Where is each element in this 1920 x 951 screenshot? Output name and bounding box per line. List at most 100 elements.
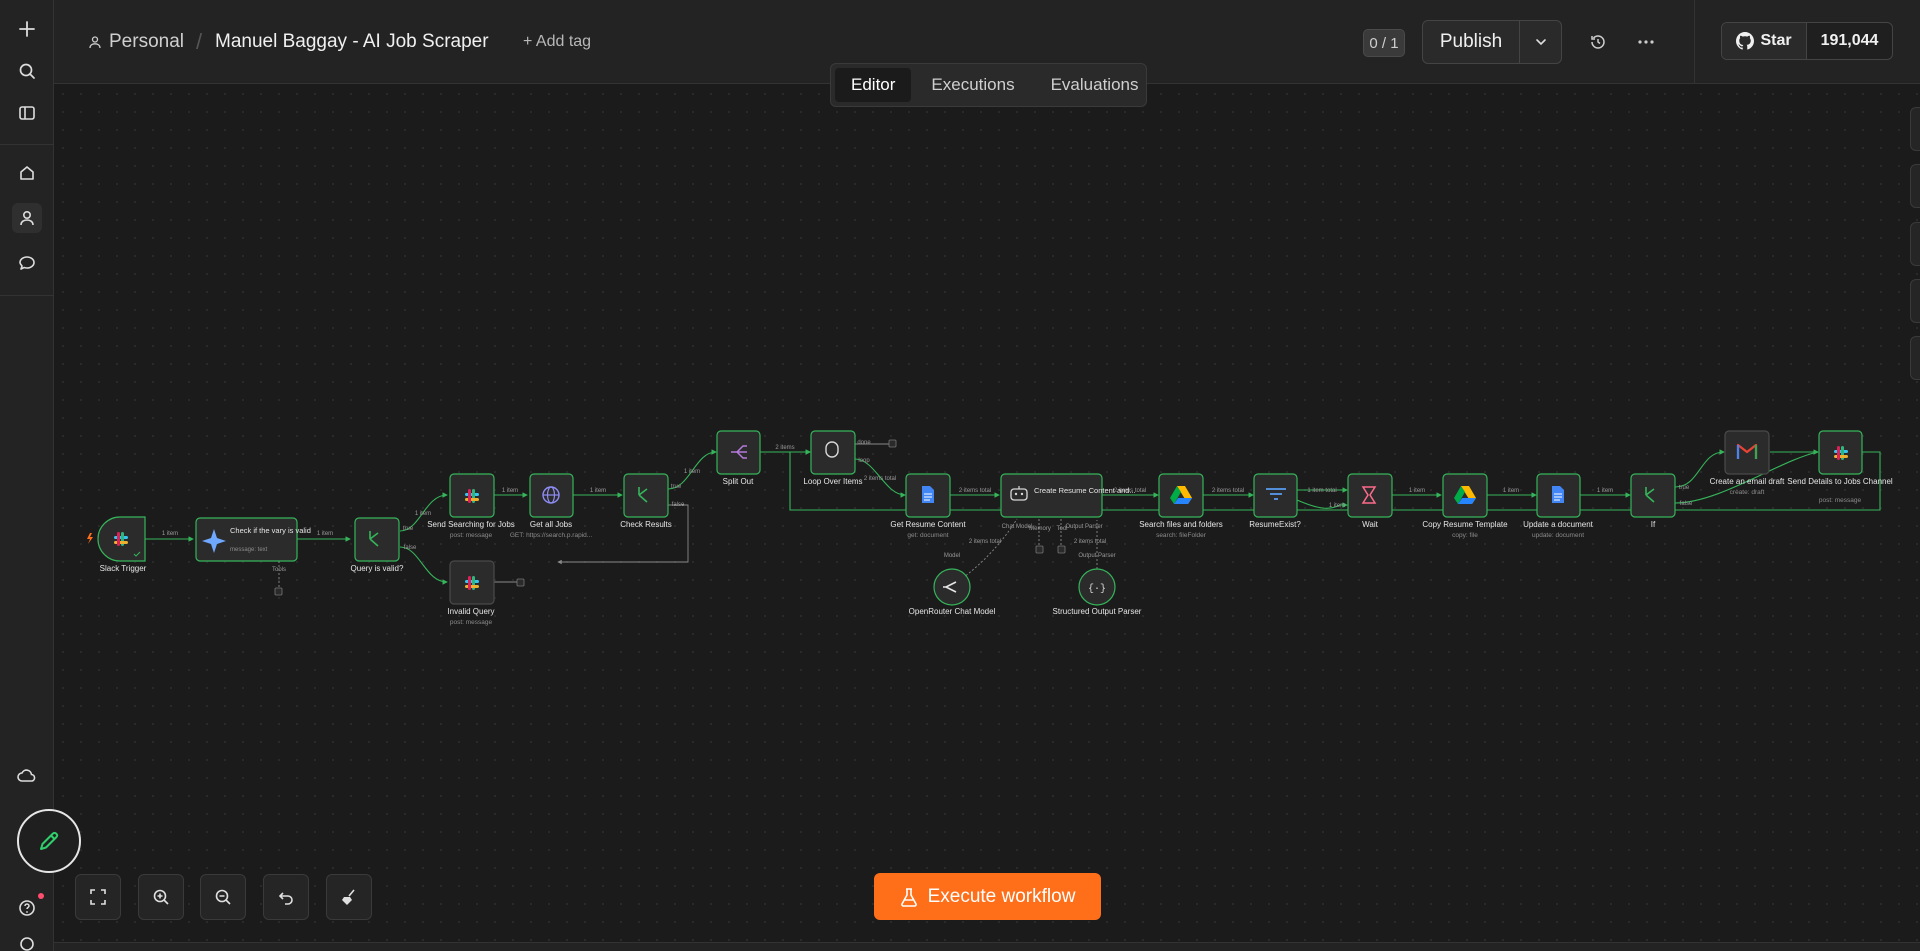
braces-icon: {·} (1088, 583, 1106, 595)
publish-dropdown[interactable] (1520, 21, 1561, 63)
toggle-panel-button[interactable] (1910, 279, 1920, 323)
workflow-canvas[interactable]: 1 item 1 item 1 item true false 1 item 1… (54, 85, 1920, 951)
more-icon[interactable] (1632, 28, 1660, 56)
edge-label: false (404, 545, 417, 551)
add-handle[interactable] (274, 587, 283, 596)
node-structured-parser[interactable]: {·} Structured Output Parser (1053, 568, 1142, 616)
node-invalid-query[interactable]: Invalid Query post: message (447, 560, 495, 626)
add-handle[interactable] (516, 578, 525, 587)
node-if[interactable]: If (1630, 473, 1676, 529)
edge-label: Memory (1029, 526, 1051, 532)
google-docs-icon (922, 486, 934, 503)
cloud-icon[interactable] (12, 761, 42, 791)
help-icon[interactable] (12, 893, 44, 923)
google-docs-icon (1552, 486, 1564, 503)
workflow-title[interactable]: Manuel Baggay - AI Job Scraper (215, 31, 489, 53)
node-label: OpenRouter Chat Model (909, 607, 996, 616)
execute-workflow-button[interactable]: Execute workflow (874, 873, 1101, 920)
node-subtitle: get: document (907, 532, 948, 539)
node-subtitle: update: document (1532, 532, 1584, 539)
edge-label: 2 items total (864, 476, 896, 482)
node-email-draft[interactable]: Create an email draft create: draft (1710, 430, 1785, 496)
node-update-doc[interactable]: Update a document update: document (1523, 473, 1594, 539)
settings-icon[interactable] (12, 935, 42, 951)
edit-mode-button[interactable] (17, 809, 81, 873)
node-label: Copy Resume Template (1422, 520, 1508, 529)
github-star-button[interactable]: Star 191,044 (1721, 22, 1893, 60)
add-handle[interactable] (1035, 545, 1044, 554)
node-wait[interactable]: Wait (1347, 473, 1393, 529)
edge-label: done (857, 440, 871, 446)
zoom-in-icon (153, 889, 169, 905)
edge-label: Output Parser (1078, 553, 1115, 559)
node-copy-template[interactable]: Copy Resume Template copy: file (1422, 473, 1508, 539)
edge-label: 1 item (415, 511, 431, 517)
fit-view-button[interactable] (75, 874, 121, 920)
node-subtitle: create: draft (1730, 489, 1765, 496)
node-send-searching[interactable]: Send Searching for Jobs post: message (427, 473, 515, 539)
breadcrumb-separator: / (196, 29, 203, 54)
tab-evaluations[interactable]: Evaluations (1035, 68, 1155, 102)
trigger-bolt-icon (87, 533, 93, 544)
edge-label: 2 items total (1212, 488, 1244, 494)
tab-editor[interactable]: Editor (835, 68, 912, 102)
history-icon[interactable] (1584, 28, 1612, 56)
node-slack-trigger[interactable]: Slack Trigger (97, 516, 147, 573)
node-label: Send Details to Jobs Channel (1787, 477, 1893, 486)
chat-icon[interactable] (12, 248, 42, 278)
sidebar-icon[interactable] (12, 98, 42, 128)
github-star[interactable]: Star (1722, 23, 1807, 59)
edge-label: 1 item total (1307, 488, 1336, 494)
edge-label: 1 item (162, 531, 178, 537)
node-label: Structured Output Parser (1053, 607, 1142, 616)
tidy-up-button[interactable] (326, 874, 372, 920)
ai-assistant-button[interactable] (1910, 336, 1920, 380)
undo-button[interactable] (263, 874, 309, 920)
node-label: Invalid Query (447, 607, 494, 616)
bottom-strip (54, 942, 1920, 951)
sticky-note-button[interactable] (1910, 222, 1920, 266)
publish-button-group: Publish (1422, 20, 1562, 64)
github-star-label: Star (1760, 32, 1792, 49)
active-counter: 0 / 1 (1363, 29, 1405, 57)
node-subtitle: copy: file (1452, 532, 1478, 539)
search-nodes-button[interactable] (1910, 164, 1920, 208)
node-split-out[interactable]: Split Out (716, 430, 761, 486)
view-tabs: Editor Executions Evaluations (830, 63, 1147, 107)
node-loop-items[interactable]: Loop Over Items (803, 430, 863, 486)
node-label: Search files and folders (1139, 520, 1223, 529)
node-label: Check Results (620, 520, 672, 529)
zoom-in-button[interactable] (138, 874, 184, 920)
node-resume-exist[interactable]: ResumeExist? (1249, 473, 1301, 529)
edge (399, 546, 448, 585)
edge-label: 1 item (502, 488, 518, 494)
add-tag-button[interactable]: + Add tag (523, 33, 591, 51)
header-divider (1694, 0, 1695, 84)
zoom-out-icon (215, 889, 231, 905)
add-node-button[interactable] (1910, 107, 1920, 151)
node-search-files[interactable]: Search files and folders search: fileFol… (1139, 473, 1223, 539)
tab-executions[interactable]: Executions (915, 68, 1030, 102)
add-handle[interactable] (1057, 545, 1066, 554)
node-get-all-jobs[interactable]: Get all Jobs GET: https://search.p.rapid… (510, 473, 593, 539)
node-query-valid[interactable]: Query is valid? (351, 517, 404, 573)
search-icon[interactable] (12, 56, 42, 86)
node-get-resume[interactable]: Get Resume Content get: document (890, 473, 966, 539)
node-label: Query is valid? (351, 564, 404, 573)
node-label: Create Resume Content and... (1034, 486, 1136, 495)
publish-button[interactable]: Publish (1423, 21, 1520, 63)
person-icon[interactable] (12, 203, 42, 233)
node-send-details[interactable]: Send Details to Jobs Channel post: messa… (1787, 430, 1893, 504)
node-check-query[interactable]: Check if the vary is valid message: text (195, 517, 311, 562)
node-check-results[interactable]: Check Results (620, 473, 672, 529)
edge-label: 2 items total (1074, 539, 1106, 545)
node-openrouter[interactable]: OpenRouter Chat Model (909, 568, 996, 616)
plus-icon[interactable] (12, 14, 42, 44)
zoom-out-button[interactable] (200, 874, 246, 920)
add-handle[interactable] (888, 439, 897, 448)
edge-label: false (672, 502, 685, 508)
edge-label: 1 item (1329, 503, 1345, 509)
home-icon[interactable] (12, 158, 42, 188)
breadcrumb-project[interactable]: Personal (88, 31, 184, 53)
node-subtitle: post: message (450, 619, 493, 626)
